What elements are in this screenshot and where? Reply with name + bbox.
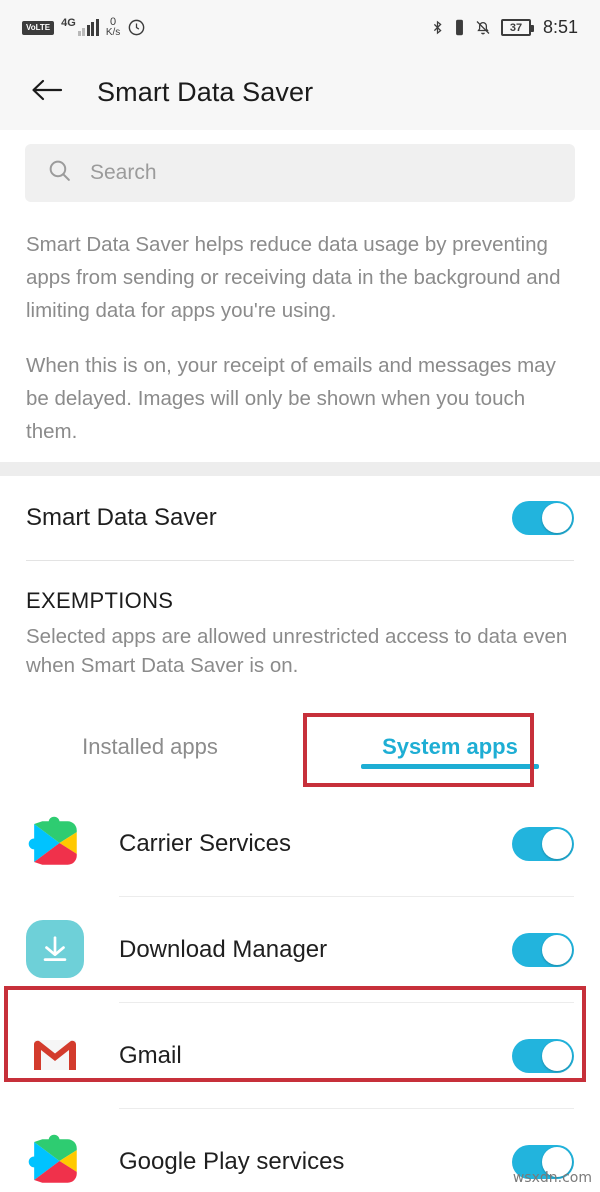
tab-installed-apps-label: Installed apps (82, 734, 218, 759)
app-row-gmail[interactable]: Gmail (0, 1003, 600, 1109)
exemptions-heading: EXEMPTIONS (26, 588, 174, 613)
description-block: Smart Data Saver helps reduce data usage… (0, 228, 600, 448)
data-rate-indicator: 0 K/s (106, 17, 120, 38)
exemptions-description: Selected apps are allowed unrestricted a… (26, 625, 568, 677)
description-paragraph-2: When this is on, your receipt of emails … (26, 354, 556, 443)
page-title: Smart Data Saver (97, 77, 314, 107)
battery-percent-label: 37 (509, 21, 523, 34)
back-arrow-icon (29, 75, 65, 110)
gmail-icon (26, 1026, 86, 1086)
back-button[interactable] (24, 70, 70, 116)
exemptions-tabs: Installed apps System apps (0, 703, 600, 791)
app-name-label: Gmail (119, 1042, 182, 1069)
description-paragraph-1: Smart Data Saver helps reduce data usage… (26, 233, 561, 322)
app-row-download-manager[interactable]: Download Manager (0, 897, 600, 1003)
toggle-knob (542, 935, 572, 965)
app-name-label: Google Play services (119, 1148, 345, 1175)
bell-muted-icon (474, 18, 492, 37)
toggle-knob (542, 1041, 572, 1071)
app-bar: Smart Data Saver (0, 55, 600, 130)
google-play-services-icon (26, 1132, 86, 1192)
network-type-label: 4G (61, 16, 76, 29)
bluetooth-icon (430, 18, 445, 37)
exempt-app-list: Carrier Services Download Manager Gmail … (0, 791, 600, 1192)
download-manager-icon (26, 920, 86, 980)
status-bar: VoLTE 4G 0 K/s 37 8:51 (0, 0, 600, 55)
app-name-label: Download Manager (119, 936, 328, 963)
watermark-label: wsxdn.com (512, 1170, 592, 1186)
tab-installed-apps[interactable]: Installed apps (0, 703, 300, 791)
master-row-divider (26, 560, 574, 561)
tab-system-apps[interactable]: System apps (300, 703, 600, 791)
section-divider (0, 462, 600, 476)
app-row-google-play-services[interactable]: Google Play services (0, 1109, 600, 1192)
tab-system-apps-label: System apps (382, 734, 518, 759)
search-placeholder: Search (90, 161, 157, 184)
alarm-clock-icon (127, 18, 146, 37)
app-toggle-gmail[interactable] (512, 1039, 574, 1073)
smart-data-saver-toggle[interactable] (512, 501, 574, 535)
app-toggle-download-manager[interactable] (512, 933, 574, 967)
smart-data-saver-label: Smart Data Saver (26, 504, 217, 531)
signal-bars-icon (77, 18, 99, 36)
tab-active-indicator (361, 764, 539, 769)
battery-icon: 37 (500, 19, 534, 36)
vibrate-icon (454, 18, 465, 37)
search-container: Search (0, 130, 600, 202)
google-play-services-icon (26, 814, 86, 874)
phone-screen: VoLTE 4G 0 K/s 37 8:51 Smart Data Saver … (0, 0, 600, 1192)
search-input[interactable]: Search (25, 144, 575, 202)
app-toggle-carrier-services[interactable] (512, 827, 574, 861)
status-bar-right: 37 8:51 (430, 17, 578, 38)
toggle-knob (542, 829, 572, 859)
app-row-carrier-services[interactable]: Carrier Services (0, 791, 600, 897)
data-rate-unit: K/s (105, 27, 121, 38)
exemptions-section: EXEMPTIONS Selected apps are allowed unr… (0, 588, 600, 680)
toggle-knob (542, 503, 572, 533)
volte-icon: VoLTE (22, 20, 55, 35)
smart-data-saver-row[interactable]: Smart Data Saver (0, 476, 600, 560)
clock-label: 8:51 (542, 17, 578, 37)
status-bar-left: VoLTE 4G 0 K/s (22, 17, 430, 38)
app-name-label: Carrier Services (119, 830, 292, 857)
search-icon (47, 158, 72, 188)
signal-strength-icon: 4G (61, 16, 99, 36)
